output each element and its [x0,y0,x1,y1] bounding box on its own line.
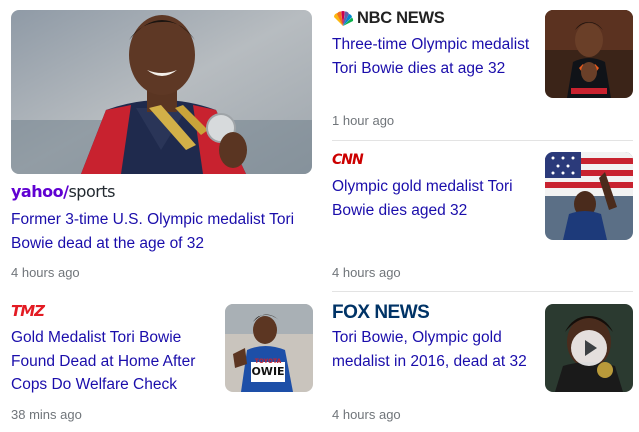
timestamp: 4 hours ago [11,265,80,280]
source-logo-fox-news: FOX NEWS [332,302,430,324]
headline[interactable]: Tori Bowie, Olympic gold medalist in 201… [332,326,537,373]
news-card-nbc[interactable]: NBC NEWS Three-time Olympic medalist Tor… [321,0,639,140]
timestamp: 4 hours ago [332,265,401,280]
fox-wordmark: FOX NEWS [332,302,430,323]
timestamp: 4 hours ago [332,407,401,422]
sponsor-text: TOYOTA [255,358,282,365]
headline[interactable]: Three-time Olympic medalist Tori Bowie d… [332,33,537,80]
hero-image[interactable] [11,10,312,174]
peacock-icon [334,10,354,26]
timestamp: 38 mins ago [11,407,82,422]
thumbnail-image[interactable] [545,10,633,98]
yahoo-brand: yahoo [11,182,64,201]
play-icon[interactable] [571,330,607,366]
yahoo-section: sports [68,182,115,201]
headline[interactable]: Gold Medalist Tori Bowie Found Dead at H… [11,326,216,397]
headline[interactable]: Olympic gold medalist Tori Bowie dies ag… [332,175,537,222]
headline[interactable]: Former 3-time U.S. Olympic medalist Tori… [11,208,311,255]
source-logo-nbc-news: NBC NEWS [332,9,445,28]
news-card-yahoo[interactable]: yahoo/sports Former 3-time U.S. Olympic … [0,0,316,290]
thumbnail-image[interactable]: OWIE TOYOTA [225,304,313,392]
video-thumbnail[interactable] [545,304,633,392]
news-card-fox[interactable]: FOX NEWS Tori Bowie, Olympic gold medali… [321,292,639,432]
bib-text: OWIE [251,365,284,378]
source-logo-tmz: TMZ [11,302,45,321]
nbc-wordmark: NBC NEWS [357,9,445,27]
news-card-cnn[interactable]: CNN Olympic gold medalist Tori Bowie die… [321,141,639,291]
source-logo-cnn: CNN [332,151,364,169]
timestamp: 1 hour ago [332,113,395,128]
cnn-wordmark: CNN [332,152,364,168]
source-logo-yahoo-sports: yahoo/sports [11,182,115,201]
thumbnail-image[interactable] [545,152,633,240]
tmz-wordmark: TMZ [11,302,45,320]
news-card-tmz[interactable]: TMZ Gold Medalist Tori Bowie Found Dead … [0,292,316,432]
